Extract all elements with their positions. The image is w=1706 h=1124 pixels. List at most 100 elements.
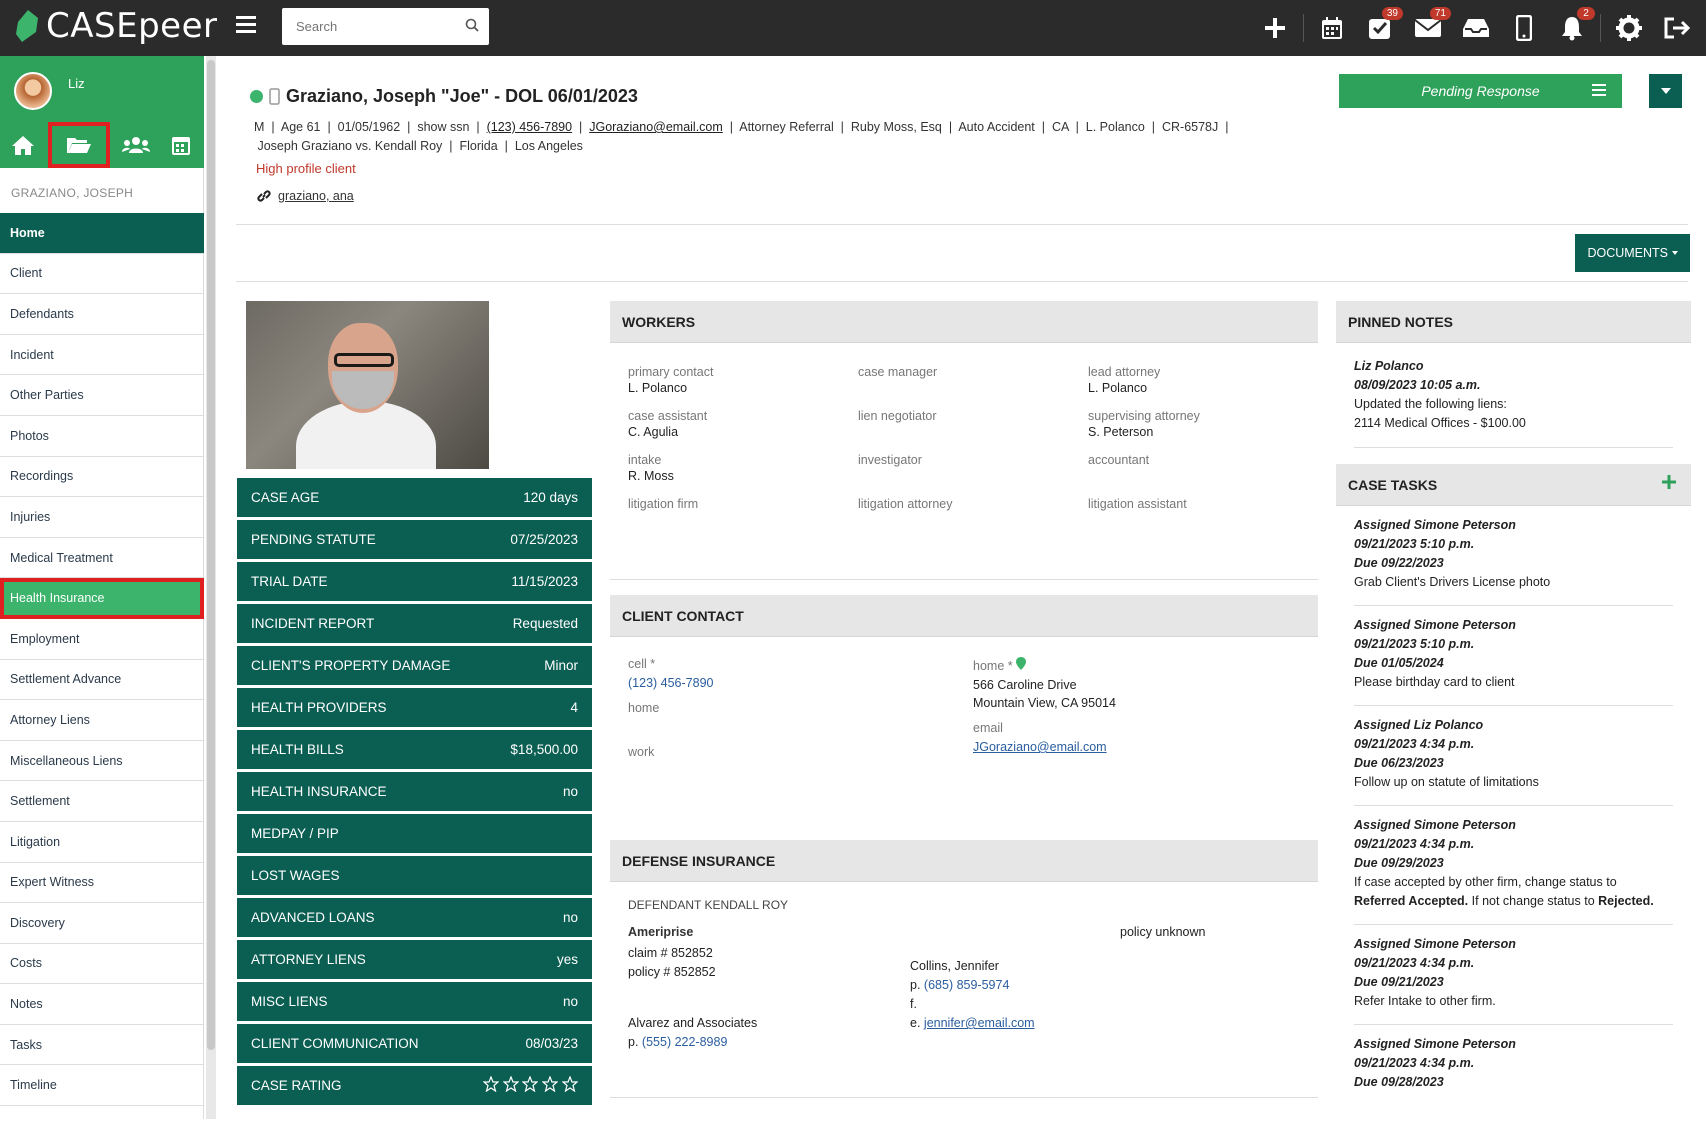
calendar-icon[interactable] bbox=[1317, 13, 1347, 43]
menu-icon[interactable] bbox=[1592, 84, 1606, 96]
meta-phone[interactable]: (123) 456-7890 bbox=[487, 120, 572, 134]
worker-accountant[interactable]: accountant bbox=[1088, 453, 1318, 485]
stat-case-rating[interactable]: CASE RATING bbox=[237, 1066, 592, 1105]
nav-expert-witness[interactable]: Expert Witness bbox=[0, 863, 204, 904]
star-icon[interactable] bbox=[561, 1075, 579, 1093]
nav-notes[interactable]: Notes bbox=[0, 984, 204, 1025]
worker-lien-negotiator[interactable]: lien negotiator bbox=[858, 409, 1088, 441]
nav-litigation[interactable]: Litigation bbox=[0, 822, 204, 863]
task-item[interactable]: Assigned Simone Peterson 09/21/2023 5:10… bbox=[1354, 506, 1673, 606]
search-input[interactable] bbox=[282, 8, 452, 45]
firm-phone[interactable]: (555) 222-8989 bbox=[642, 1035, 727, 1049]
inbox-icon[interactable] bbox=[1461, 13, 1491, 43]
mail-icon[interactable]: 71 bbox=[1413, 7, 1451, 43]
email-link[interactable]: JGoraziano@email.com bbox=[973, 738, 1107, 756]
nav-discovery[interactable]: Discovery bbox=[0, 903, 204, 944]
stat-health-insurance[interactable]: HEALTH INSURANCE no bbox=[237, 772, 592, 811]
worker-case-manager[interactable]: case manager bbox=[858, 365, 1088, 397]
nav-settlement[interactable]: Settlement bbox=[0, 781, 204, 822]
worker-litigation-attorney[interactable]: litigation attorney bbox=[858, 497, 1088, 529]
sidebar-scrollbar[interactable] bbox=[206, 56, 216, 1119]
logout-icon[interactable] bbox=[1662, 13, 1692, 43]
stat-trial-date[interactable]: TRIAL DATE 11/15/2023 bbox=[237, 562, 592, 601]
nav-medical-treatment[interactable]: Medical Treatment bbox=[0, 538, 204, 579]
notifications-bell-icon[interactable]: 2 bbox=[1557, 7, 1595, 43]
map-pin-icon[interactable] bbox=[1016, 657, 1027, 670]
stat-health-providers[interactable]: HEALTH PROVIDERS 4 bbox=[237, 688, 592, 727]
stat-advanced-loans[interactable]: ADVANCED LOANS no bbox=[237, 898, 592, 937]
nav-client[interactable]: Client bbox=[0, 254, 204, 295]
task-item[interactable]: Assigned Simone Peterson 09/21/2023 4:34… bbox=[1354, 806, 1673, 925]
logo[interactable]: CASEpeer bbox=[14, 6, 217, 46]
stat-medpay-pip[interactable]: MEDPAY / PIP bbox=[237, 814, 592, 853]
adjuster-email[interactable]: jennifer@email.com bbox=[924, 1016, 1035, 1030]
insurance-carrier[interactable]: Ameriprise bbox=[628, 923, 716, 942]
worker-intake[interactable]: intake R. Moss bbox=[628, 453, 858, 485]
worker-case-assistant[interactable]: case assistant C. Agulia bbox=[628, 409, 858, 441]
stat-misc-liens[interactable]: MISC LIENS no bbox=[237, 982, 592, 1021]
nav-miscellaneous-liens[interactable]: Miscellaneous Liens bbox=[0, 741, 204, 782]
meta-email[interactable]: JGoraziano@email.com bbox=[589, 120, 723, 134]
stat-lost-wages[interactable]: LOST WAGES bbox=[237, 856, 592, 895]
add-icon[interactable] bbox=[1260, 13, 1290, 43]
nav-costs[interactable]: Costs bbox=[0, 944, 204, 985]
worker-lead-attorney[interactable]: lead attorney L. Polanco bbox=[1088, 365, 1318, 397]
cell-phone-link[interactable]: (123) 456-7890 bbox=[628, 674, 713, 692]
nav-photos[interactable]: Photos bbox=[0, 416, 204, 457]
user-name[interactable]: Liz bbox=[68, 76, 85, 91]
nav-timeline[interactable]: Timeline bbox=[0, 1065, 204, 1107]
case-status-button[interactable]: Pending Response bbox=[1339, 74, 1622, 108]
task-item[interactable]: Assigned Simone Peterson 09/21/2023 4:34… bbox=[1354, 925, 1673, 1025]
stat-property-damage[interactable]: CLIENT'S PROPERTY DAMAGE Minor bbox=[237, 646, 592, 685]
stat-case-age[interactable]: CASE AGE 120 days bbox=[237, 478, 592, 517]
nav-settlement-advance[interactable]: Settlement Advance bbox=[0, 660, 204, 701]
nav-attorney-liens[interactable]: Attorney Liens bbox=[0, 700, 204, 741]
nav-incident[interactable]: Incident bbox=[0, 335, 204, 376]
task-item[interactable]: Assigned Simone Peterson 09/21/2023 5:10… bbox=[1354, 606, 1673, 706]
nav-injuries[interactable]: Injuries bbox=[0, 497, 204, 538]
star-icon[interactable] bbox=[482, 1075, 500, 1093]
show-ssn-link[interactable]: show ssn bbox=[417, 120, 469, 134]
tasks-check-icon[interactable]: 39 bbox=[1365, 7, 1403, 43]
adjuster-phone[interactable]: (685) 859-5974 bbox=[924, 978, 1009, 992]
star-icon[interactable] bbox=[521, 1075, 540, 1093]
calendar-icon[interactable] bbox=[161, 127, 201, 163]
client-photo[interactable] bbox=[246, 301, 489, 469]
star-icon[interactable] bbox=[502, 1075, 520, 1093]
stat-client-communication[interactable]: CLIENT COMMUNICATION 08/03/23 bbox=[237, 1024, 592, 1063]
search-icon[interactable] bbox=[465, 18, 479, 32]
menu-toggle-icon[interactable] bbox=[236, 16, 256, 34]
nav-health-insurance[interactable]: Health Insurance bbox=[0, 578, 204, 619]
nav-tasks[interactable]: Tasks bbox=[0, 1025, 204, 1066]
stat-incident-report[interactable]: INCIDENT REPORT Requested bbox=[237, 604, 592, 643]
nav-other-parties[interactable]: Other Parties bbox=[0, 375, 204, 416]
add-task-icon[interactable] bbox=[1661, 474, 1677, 490]
nav-defendants[interactable]: Defendants bbox=[0, 294, 204, 335]
stat-attorney-liens[interactable]: ATTORNEY LIENS yes bbox=[237, 940, 592, 979]
documents-button[interactable]: DOCUMENTS bbox=[1575, 234, 1690, 272]
star-icon[interactable] bbox=[541, 1075, 559, 1093]
related-case[interactable]: graziano, ana bbox=[256, 188, 354, 204]
nav-recordings[interactable]: Recordings bbox=[0, 457, 204, 498]
task-item[interactable]: Assigned Liz Polanco 09/21/2023 4:34 p.m… bbox=[1354, 706, 1673, 806]
folder-open-icon[interactable] bbox=[48, 122, 111, 168]
pinned-note[interactable]: Liz Polanco 08/09/2023 10:05 a.m. Update… bbox=[1336, 343, 1691, 447]
users-group-icon[interactable] bbox=[116, 127, 156, 163]
settings-gear-icon[interactable] bbox=[1614, 13, 1644, 43]
nav-home[interactable]: Home bbox=[0, 213, 204, 254]
mobile-phone-icon[interactable] bbox=[1509, 13, 1539, 43]
worker-primary-contact[interactable]: primary contact L. Polanco bbox=[628, 365, 858, 397]
stat-pending-statute[interactable]: PENDING STATUTE 07/25/2023 bbox=[237, 520, 592, 559]
home-icon[interactable] bbox=[3, 127, 43, 163]
worker-supervising-attorney[interactable]: supervising attorney S. Peterson bbox=[1088, 409, 1318, 441]
avatar[interactable] bbox=[14, 72, 52, 110]
stat-health-bills[interactable]: HEALTH BILLS $18,500.00 bbox=[237, 730, 592, 769]
task-item[interactable]: Assigned Simone Peterson 09/21/2023 4:34… bbox=[1354, 1025, 1673, 1105]
related-case-link[interactable]: graziano, ana bbox=[278, 189, 354, 203]
rating-stars[interactable] bbox=[482, 1075, 579, 1095]
worker-litigation-firm[interactable]: litigation firm bbox=[628, 497, 858, 529]
nav-employment[interactable]: Employment bbox=[0, 619, 204, 660]
worker-investigator[interactable]: investigator bbox=[858, 453, 1088, 485]
status-dropdown-button[interactable] bbox=[1649, 74, 1682, 108]
worker-litigation-assistant[interactable]: litigation assistant bbox=[1088, 497, 1318, 529]
